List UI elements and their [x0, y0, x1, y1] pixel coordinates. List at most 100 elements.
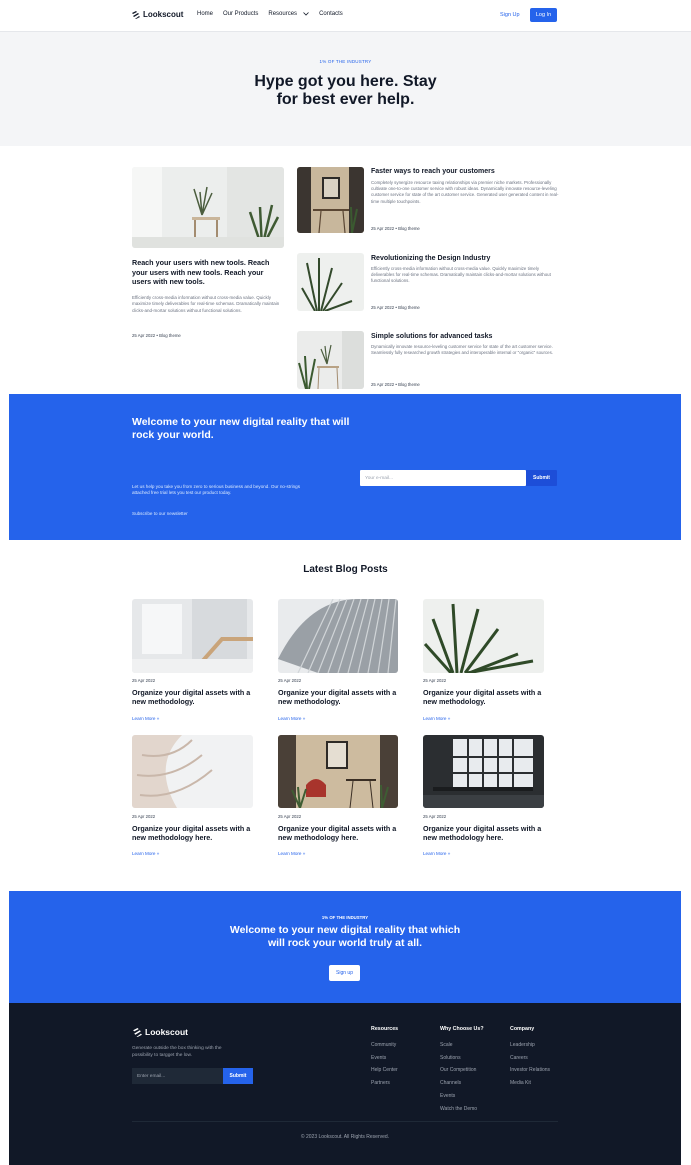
room-plant-image: [132, 167, 284, 248]
side-post-image-1[interactable]: [297, 167, 364, 233]
cta-signup-button[interactable]: Sign up: [329, 965, 360, 981]
blog-card-learn-more[interactable]: Learn More »: [278, 851, 305, 856]
footer-link[interactable]: Watch the Demo: [440, 1103, 484, 1116]
blog-card-title[interactable]: Organize your digital assets with a new …: [278, 688, 408, 707]
logo-icon: [132, 10, 140, 19]
footer-link[interactable]: Investor Relations: [510, 1064, 550, 1077]
brand-name: Lookscout: [143, 10, 184, 19]
newsletter-email-input[interactable]: Your e-mail...: [360, 470, 526, 486]
footer-brand-logo[interactable]: Lookscout: [132, 1027, 188, 1037]
cta-eyebrow: 1% OF THE INDUSTRY: [321, 915, 369, 920]
footer-link[interactable]: Leadership: [510, 1039, 550, 1052]
side-post-meta-2: 25 Apr 2022 • Blog theme: [371, 305, 420, 310]
side-post-title-1[interactable]: Faster ways to reach your customers: [371, 168, 561, 176]
side-post-meta-1: 25 Apr 2022 • Blog theme: [371, 226, 420, 231]
newsletter-link[interactable]: Subscribe to our newsletter: [132, 511, 188, 516]
blog-card-title[interactable]: Organize your digital assets with a new …: [132, 688, 262, 707]
nav-links: Home Our Products Resources Contacts: [197, 11, 343, 17]
footer-link[interactable]: Events: [440, 1090, 484, 1103]
top-nav: Lookscout Home Our Products Resources Co…: [0, 0, 691, 32]
newsletter-title: Welcome to your new digital reality that…: [132, 416, 350, 441]
plant-room-image: [297, 331, 364, 389]
footer-link[interactable]: Careers: [510, 1052, 550, 1065]
blog-card-image-3[interactable]: [423, 599, 544, 673]
blog-card-title[interactable]: Organize your digital assets with a new …: [132, 824, 262, 843]
nav-link-resources[interactable]: Resources: [268, 11, 309, 17]
blog-card-title[interactable]: Organize your digital assets with a new …: [423, 824, 553, 843]
plant-closeup-image: [423, 599, 544, 673]
footer-link[interactable]: Scale: [440, 1039, 484, 1052]
plant-leaves-image: [297, 253, 364, 311]
footer: Lookscout Generate outside the box think…: [9, 1003, 681, 1165]
newsletter-section: Welcome to your new digital reality that…: [9, 394, 681, 540]
footer-link[interactable]: Solutions: [440, 1052, 484, 1065]
blog-card-image-4[interactable]: [132, 735, 253, 808]
footer-link[interactable]: Events: [371, 1052, 398, 1065]
blog-card-image-1[interactable]: [132, 599, 253, 673]
nav-link-products[interactable]: Our Products: [223, 11, 258, 17]
blog-card-image-6[interactable]: [423, 735, 544, 808]
signup-link[interactable]: Sign Up: [500, 12, 520, 18]
blog-card-learn-more[interactable]: Learn More »: [423, 851, 450, 856]
blog-card-date: 25 Apr 2022: [278, 814, 302, 819]
footer-submit-button[interactable]: Submit: [223, 1068, 253, 1084]
side-post-image-3[interactable]: [297, 331, 364, 389]
blog-card-title[interactable]: Organize your digital assets with a new …: [423, 688, 553, 707]
footer-link[interactable]: Channels: [440, 1077, 484, 1090]
footer-tagline: Generate outside the box thinking with t…: [132, 1046, 222, 1058]
blog-card-date: 25 Apr 2022: [132, 814, 156, 819]
side-post-title-3[interactable]: Simple solutions for advanced tasks: [371, 333, 561, 341]
footer-link[interactable]: Help Center: [371, 1064, 398, 1077]
blog-card-learn-more[interactable]: Learn More »: [132, 851, 159, 856]
hero-eyebrow: 1% OF THE INDUSTRY: [319, 59, 372, 64]
nav-link-resources-label: Resources: [268, 11, 298, 17]
blog-card-date: 25 Apr 2022: [423, 814, 447, 819]
featured-image[interactable]: [132, 167, 284, 248]
curved-building-image: [132, 735, 253, 808]
side-post-image-2[interactable]: [297, 253, 364, 311]
login-button[interactable]: Log In: [530, 8, 557, 22]
blog-card-learn-more[interactable]: Learn More »: [132, 716, 159, 721]
hero-title-line2: for best ever help.: [276, 91, 415, 108]
footer-link[interactable]: Media Kit: [510, 1077, 550, 1090]
footer-divider: [132, 1121, 558, 1122]
living-room-image: [278, 735, 398, 808]
page: Lookscout Home Our Products Resources Co…: [0, 0, 691, 1165]
side-post-meta-3: 25 Apr 2022 • Blog theme: [371, 382, 420, 387]
cta-title: Welcome to your new digital reality that…: [9, 924, 681, 950]
featured-post-body: Efficiently cross-media information with…: [132, 295, 280, 313]
loft-window-image: [423, 735, 544, 808]
nav-link-contacts[interactable]: Contacts: [319, 11, 343, 17]
blog-card-learn-more[interactable]: Learn More »: [278, 716, 305, 721]
side-post-body-2: Efficiently cross-media information with…: [371, 266, 551, 284]
newsletter-submit-button[interactable]: Submit: [526, 470, 557, 486]
architecture-image: [278, 599, 398, 673]
side-post-title-2[interactable]: Revolutionizing the Design Industry: [371, 255, 561, 263]
featured-post-title[interactable]: Reach your users with new tools. Reach y…: [132, 258, 282, 287]
featured-post-meta: 25 Apr 2022 • Blog theme: [132, 333, 181, 338]
footer-column-title: Resources: [371, 1026, 399, 1032]
logo-icon: [133, 1027, 142, 1037]
footer-link[interactable]: Our Competition: [440, 1064, 484, 1077]
nav-link-home[interactable]: Home: [197, 11, 213, 17]
cta-title-text: Welcome to your new digital reality that…: [229, 924, 461, 949]
side-post-body-1: Completely synergize resource taxing rel…: [371, 180, 559, 204]
footer-column-why-choose-us: Why Choose Us? Scale Solutions Our Compe…: [440, 1026, 484, 1115]
footer-brand-name: Lookscout: [145, 1027, 188, 1037]
blog-card-image-2[interactable]: [278, 599, 398, 673]
footer-column-company: Company Leadership Careers Investor Rela…: [510, 1026, 550, 1090]
hero-section: 1% OF THE INDUSTRY Hype got you here. St…: [0, 32, 691, 146]
footer-link[interactable]: Community: [371, 1039, 398, 1052]
white-interior-image: [132, 599, 253, 673]
footer-column-title: Company: [510, 1026, 535, 1032]
blog-card-date: 25 Apr 2022: [278, 678, 302, 683]
blog-heading: Latest Blog Posts: [303, 564, 388, 575]
footer-link[interactable]: Partners: [371, 1077, 398, 1090]
blog-card-image-5[interactable]: [278, 735, 398, 808]
brand-logo[interactable]: Lookscout: [131, 10, 183, 19]
hero-title: Hype got you here. Stay for best ever he…: [0, 73, 691, 109]
blog-card-title[interactable]: Organize your digital assets with a new …: [278, 824, 408, 843]
footer-email-input[interactable]: Enter email...: [132, 1068, 223, 1084]
blog-card-date: 25 Apr 2022: [132, 678, 156, 683]
blog-card-learn-more[interactable]: Learn More »: [423, 716, 450, 721]
